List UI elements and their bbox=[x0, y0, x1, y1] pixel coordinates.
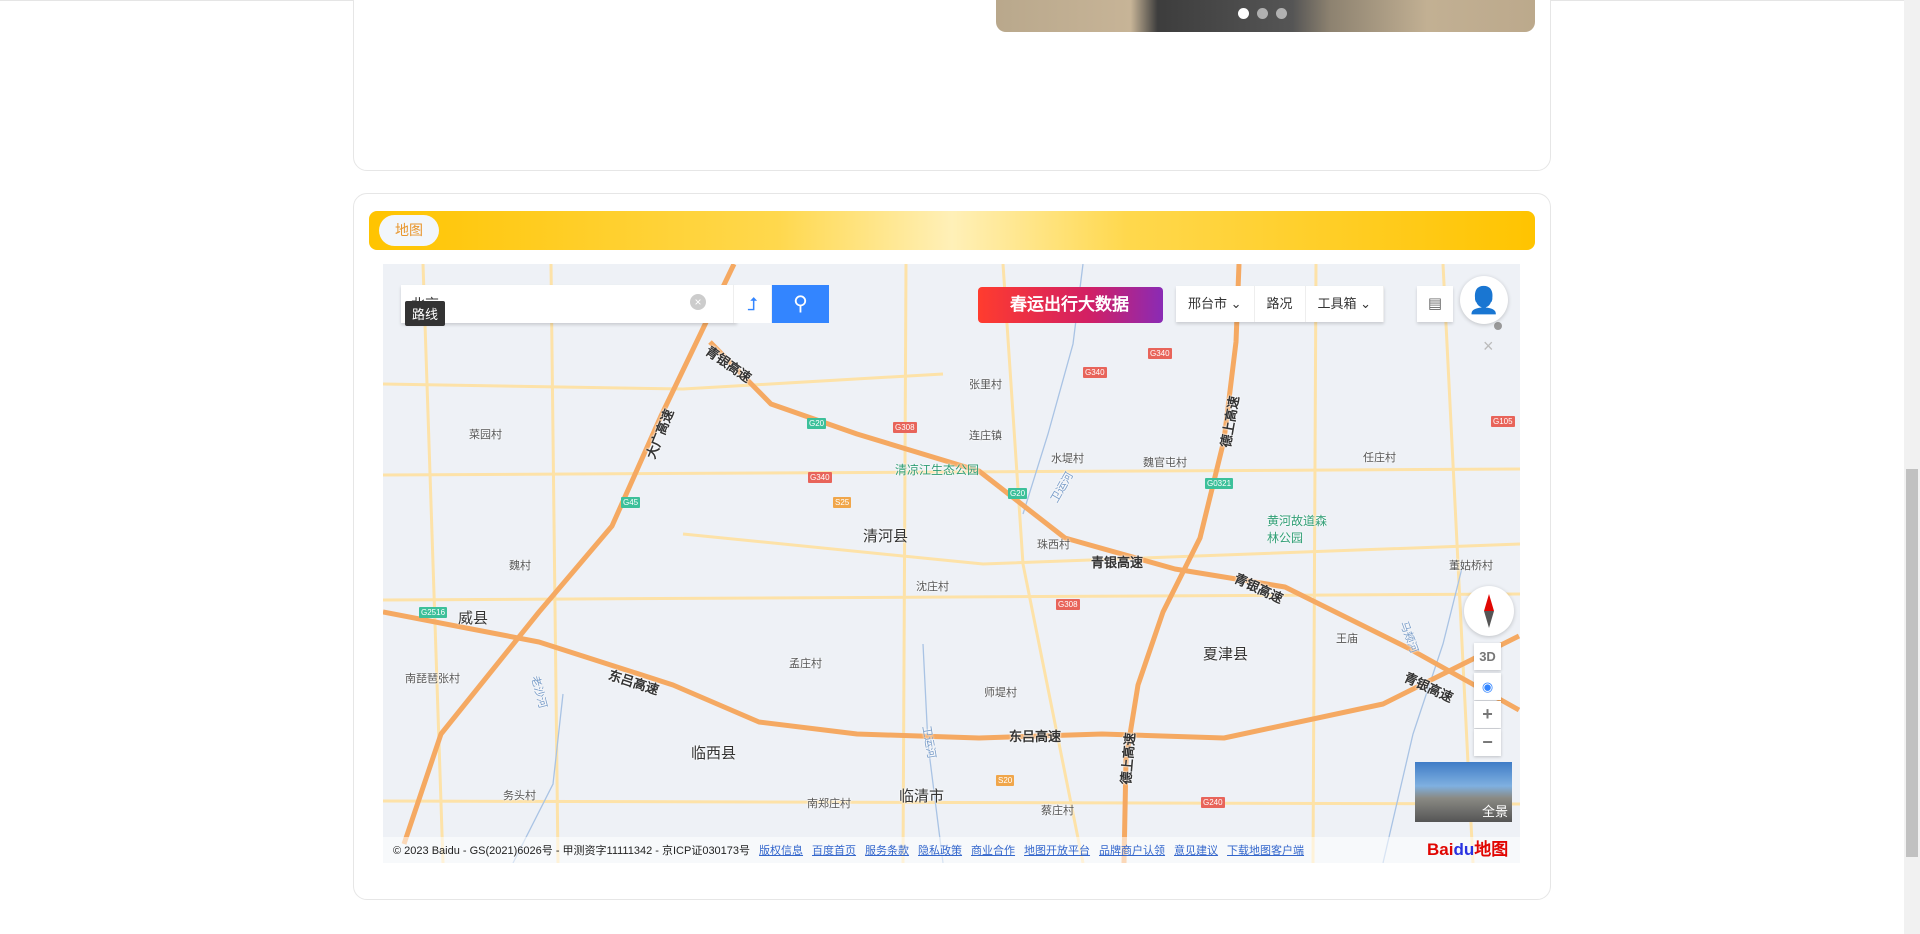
user-avatar-icon[interactable]: 👤 bbox=[1460, 276, 1508, 324]
image-carousel[interactable] bbox=[996, 0, 1535, 32]
map-label: 沈庄村 bbox=[916, 581, 949, 593]
map-label: 珠西村 bbox=[1037, 539, 1070, 551]
carousel-dots bbox=[1238, 8, 1287, 19]
map-label: 蔡庄村 bbox=[1041, 805, 1074, 817]
map-label: 王庙 bbox=[1336, 633, 1358, 645]
section-title: 地图 bbox=[379, 215, 439, 246]
road-shield: G2516 bbox=[419, 607, 448, 618]
map-label: 魏村 bbox=[509, 560, 531, 572]
spring-festival-banner[interactable]: 春运出行大数据 bbox=[978, 287, 1163, 323]
map-roads bbox=[383, 264, 1520, 863]
toolbox-button[interactable]: 工具箱 ⌄ bbox=[1306, 286, 1385, 322]
close-icon[interactable]: × bbox=[1483, 336, 1494, 357]
panorama-label: 全景 bbox=[1481, 804, 1508, 819]
road-shield: G308 bbox=[1056, 599, 1080, 610]
map-label: 魏官屯村 bbox=[1143, 457, 1187, 469]
map-label: 临清市 bbox=[899, 788, 945, 805]
footer-link[interactable]: 服务条款 bbox=[865, 842, 909, 858]
road-shield: G340 bbox=[1083, 367, 1107, 378]
map-label: 连庄镇 bbox=[969, 430, 1002, 442]
map-toolbar: 邢台市 ⌄ 路况 工具箱 ⌄ bbox=[1176, 286, 1385, 322]
road-shield: S25 bbox=[833, 497, 852, 508]
road-shield: S20 bbox=[996, 775, 1015, 786]
locate-icon[interactable]: ◉ bbox=[1474, 673, 1501, 700]
map-label: 东吕高速 bbox=[1009, 729, 1062, 744]
route-icon[interactable]: ⮥ bbox=[733, 285, 771, 323]
message-icon[interactable]: ▤ bbox=[1417, 286, 1453, 322]
footer-link[interactable]: 商业合作 bbox=[971, 842, 1015, 858]
panorama-button[interactable]: 全景 bbox=[1415, 762, 1512, 822]
footer-link[interactable]: 意见建议 bbox=[1174, 842, 1218, 858]
carousel-dot-3[interactable] bbox=[1276, 8, 1287, 19]
scale-dot bbox=[1494, 322, 1502, 330]
footer-link[interactable]: 地图开放平台 bbox=[1024, 842, 1090, 858]
logo-part: 地图 bbox=[1474, 840, 1509, 859]
zoom-in-button[interactable]: + bbox=[1474, 701, 1501, 728]
3d-button[interactable]: 3D bbox=[1474, 643, 1501, 670]
logo-part: Bai bbox=[1427, 840, 1454, 859]
map-search-box bbox=[401, 285, 737, 323]
road-shield: G340 bbox=[808, 472, 832, 483]
map-footer: © 2023 Baidu - GS(2021)6026号 - 甲测资字11111… bbox=[383, 837, 1520, 863]
map-label: 师堤村 bbox=[984, 687, 1017, 699]
map-label: 青银高速 bbox=[1091, 555, 1144, 570]
scrollbar-thumb[interactable] bbox=[1906, 469, 1918, 857]
map-label[interactable]: 黄河故道森林公园 bbox=[1267, 512, 1327, 546]
search-icon[interactable]: ⚲ bbox=[772, 285, 829, 323]
map-label: 临西县 bbox=[691, 745, 737, 762]
clear-search-icon[interactable]: × bbox=[690, 294, 706, 310]
road-shield: G105 bbox=[1491, 416, 1515, 427]
map-label: 夏津县 bbox=[1203, 646, 1249, 663]
footer-link[interactable]: 隐私政策 bbox=[918, 842, 962, 858]
copyright-text: © 2023 Baidu - GS(2021)6026号 - 甲测资字11111… bbox=[393, 845, 751, 857]
map-label: 清河县 bbox=[863, 528, 909, 545]
map-label: 任庄村 bbox=[1363, 452, 1396, 464]
baidu-map-logo: Baidu地图 bbox=[1427, 835, 1508, 860]
logo-part: du bbox=[1453, 840, 1475, 859]
road-shield: G20 bbox=[1008, 488, 1028, 499]
carousel-dot-1[interactable] bbox=[1238, 8, 1249, 19]
map-label: 水堤村 bbox=[1051, 453, 1084, 465]
city-selector[interactable]: 邢台市 ⌄ bbox=[1176, 286, 1255, 322]
road-shield: G340 bbox=[1148, 348, 1172, 359]
map-label: 务头村 bbox=[503, 790, 536, 802]
road-shield: G0321 bbox=[1205, 478, 1234, 489]
map-label: 张里村 bbox=[969, 379, 1002, 391]
map-search-input[interactable] bbox=[411, 285, 661, 323]
map-label[interactable]: 清凉江生态公园 bbox=[895, 461, 979, 478]
map-label: 孟庄村 bbox=[789, 658, 822, 670]
map-label: 南琵琶张村 bbox=[405, 673, 460, 685]
page-scrollbar[interactable] bbox=[1904, 0, 1920, 934]
map-label: 董姑桥村 bbox=[1449, 560, 1493, 572]
road-shield: G240 bbox=[1201, 797, 1225, 808]
route-tooltip: 路线 bbox=[405, 301, 446, 326]
baidu-map[interactable]: 青银高速 大广高速 菜园村 魏村 清凉江生态公园 张里村 连庄镇 水堤村 魏官屯… bbox=[383, 264, 1520, 863]
section-header: 地图 bbox=[369, 211, 1535, 250]
footer-link[interactable]: 百度首页 bbox=[812, 842, 856, 858]
map-label: 菜园村 bbox=[469, 429, 502, 441]
map-label: 南郑庄村 bbox=[807, 798, 851, 810]
road-shield: G45 bbox=[621, 497, 641, 508]
road-shield: G20 bbox=[807, 418, 827, 429]
footer-link[interactable]: 版权信息 bbox=[759, 842, 803, 858]
carousel-dot-2[interactable] bbox=[1257, 8, 1268, 19]
road-shield: G308 bbox=[893, 422, 917, 433]
map-label: 威县 bbox=[458, 610, 489, 627]
footer-link[interactable]: 品牌商户认领 bbox=[1099, 842, 1165, 858]
footer-link[interactable]: 下载地图客户端 bbox=[1227, 842, 1304, 858]
compass-icon[interactable] bbox=[1464, 586, 1514, 636]
zoom-out-button[interactable]: − bbox=[1474, 729, 1501, 756]
traffic-button[interactable]: 路况 bbox=[1255, 286, 1306, 322]
